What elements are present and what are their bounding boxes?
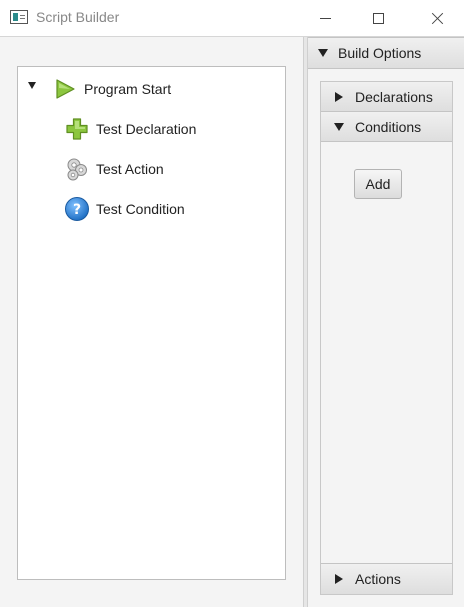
- app-window-icon: [10, 10, 28, 24]
- minimize-icon: [319, 17, 331, 19]
- add-condition-button[interactable]: Add: [354, 169, 402, 199]
- right-pane: Build Options Declarations Conditions Ad…: [308, 37, 464, 607]
- build-options-accordion: Declarations Conditions Add Actions: [320, 81, 453, 595]
- plus-icon: [64, 116, 90, 142]
- expand-triangle-icon: [335, 574, 343, 584]
- declarations-header[interactable]: Declarations: [321, 82, 452, 112]
- script-tree[interactable]: Program Start Test Declaration Test Acti…: [17, 66, 286, 580]
- script-builder-window: Script Builder Program Start Test Declar…: [0, 0, 464, 607]
- window-title: Script Builder: [36, 9, 120, 25]
- tree-item-program-start[interactable]: Program Start: [28, 75, 171, 103]
- tree-item-test-condition[interactable]: ? Test Condition: [64, 195, 185, 223]
- play-icon: [52, 76, 78, 102]
- tree-item-label: Test Condition: [96, 201, 185, 217]
- gears-icon: [64, 156, 90, 182]
- maximize-icon: [372, 12, 384, 24]
- tree-item-label: Test Declaration: [96, 121, 197, 137]
- collapse-triangle-icon: [334, 122, 344, 131]
- expand-triangle-icon: [335, 91, 343, 102]
- actions-header[interactable]: Actions: [321, 563, 452, 594]
- tree-item-test-action[interactable]: Test Action: [64, 155, 164, 183]
- title-bar[interactable]: Script Builder: [0, 0, 464, 36]
- content-area: Program Start Test Declaration Test Acti…: [0, 36, 464, 607]
- tree-item-label: Program Start: [84, 81, 172, 97]
- svg-text:?: ?: [73, 202, 81, 218]
- conditions-title: Conditions: [355, 118, 422, 135]
- minimize-button[interactable]: [302, 0, 348, 36]
- tree-item-label: Test Action: [96, 161, 164, 177]
- tree-item-test-declaration[interactable]: Test Declaration: [64, 115, 196, 143]
- close-button[interactable]: [414, 0, 460, 36]
- question-icon: ?: [64, 196, 90, 222]
- build-options-header[interactable]: Build Options: [308, 37, 464, 69]
- close-icon: [431, 12, 444, 25]
- conditions-content: Add: [321, 143, 452, 563]
- declarations-title: Declarations: [355, 88, 433, 105]
- collapse-triangle-icon: [318, 49, 328, 57]
- build-options-title: Build Options: [338, 45, 422, 61]
- expand-triangle-icon[interactable]: [28, 81, 36, 89]
- actions-title: Actions: [355, 571, 401, 587]
- maximize-button[interactable]: [355, 0, 401, 36]
- conditions-header[interactable]: Conditions: [321, 112, 452, 142]
- left-pane: Program Start Test Declaration Test Acti…: [0, 37, 304, 607]
